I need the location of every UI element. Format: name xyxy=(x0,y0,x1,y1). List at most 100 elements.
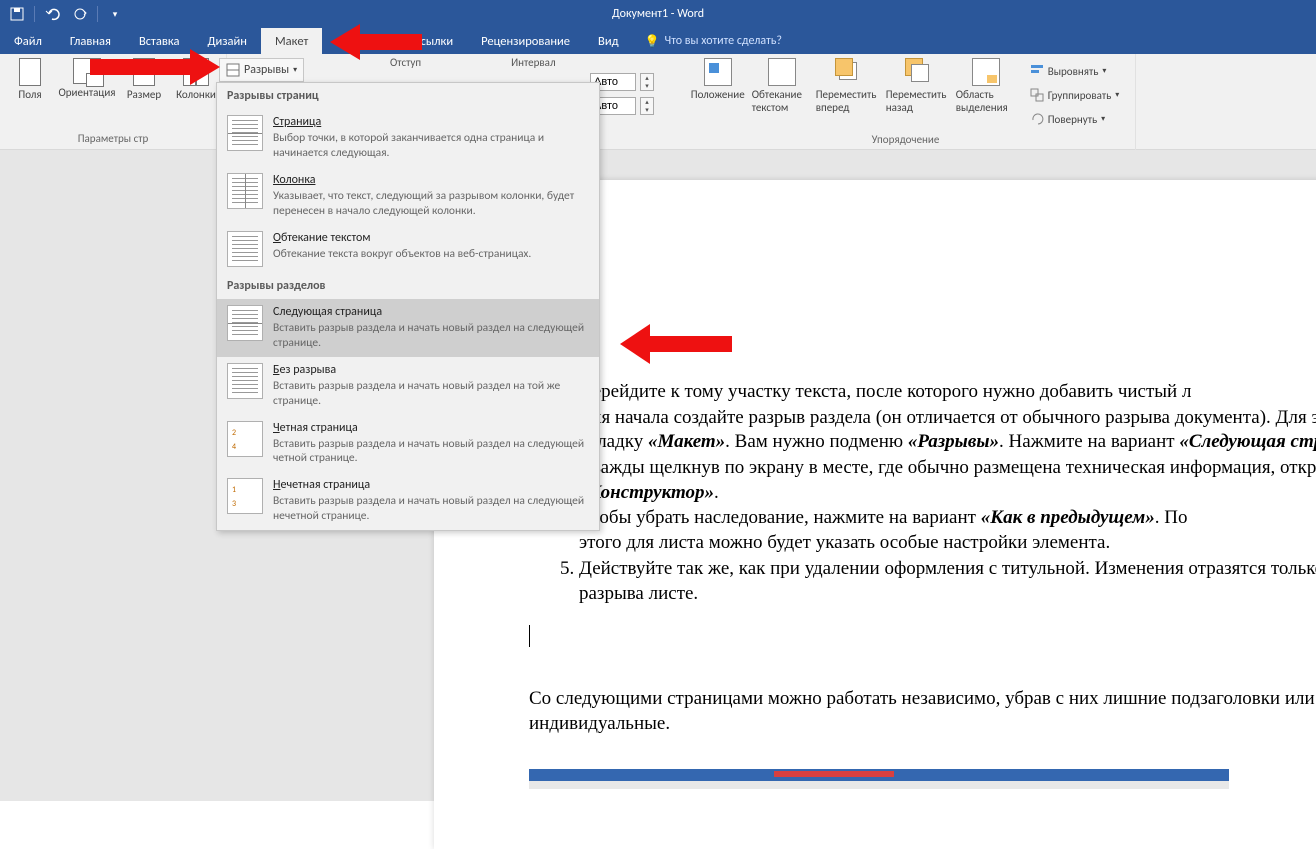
embedded-image xyxy=(529,769,1229,789)
tab-mailings[interactable]: Рассылки xyxy=(389,28,467,54)
tab-references-partial[interactable]: ки xyxy=(322,28,389,54)
menu-item-desc: Указывает, что текст, следующий за разры… xyxy=(273,187,589,219)
breaks-menu: Разрывы страниц Страница Выбор точки, в … xyxy=(216,82,600,531)
menu-item-next-page[interactable]: Следующая страница Вставить разрыв разде… xyxy=(217,299,599,357)
next-page-icon xyxy=(227,305,263,341)
list-item: Для начала создайте разрыв раздела (он о… xyxy=(579,406,1316,456)
align-button[interactable]: Выровнять▾ xyxy=(1026,60,1124,82)
orientation-label: Ориентация xyxy=(58,86,115,99)
columns-button[interactable]: Колонки xyxy=(172,58,220,101)
menu-item-desc: Выбор точки, в которой заканчивается одн… xyxy=(273,129,589,161)
spacing-label: Интервал xyxy=(511,56,556,69)
tell-me[interactable]: 💡 Что вы хотите сделать? xyxy=(633,28,782,54)
menu-item-desc: Вставить разрыв раздела и начать новый р… xyxy=(273,435,589,467)
odd-page-icon: 13 xyxy=(227,478,263,514)
menu-item-title: Следующая страница xyxy=(273,305,589,319)
position-button[interactable]: Положение xyxy=(688,58,748,101)
breaks-dropdown[interactable]: Разрывы ▾ xyxy=(219,58,304,82)
tell-me-text: Что вы хотите сделать? xyxy=(665,34,782,48)
group-page-setup: Поля Ориентация Размер Колонки Параметры… xyxy=(0,54,227,149)
selection-pane-button[interactable]: Область выделения xyxy=(956,58,1016,114)
list-item: Дважды щелкнув по экрану в месте, где об… xyxy=(579,456,1316,506)
tab-file[interactable]: Файл xyxy=(0,28,56,54)
rotate-label: Повернуть xyxy=(1048,113,1097,126)
paragraph: Со следующими страницами можно работать … xyxy=(529,647,1316,736)
qat-customize-icon[interactable]: ▾ xyxy=(104,3,126,25)
menu-item-title: Обтекание текстом xyxy=(273,231,589,245)
document-area: Перейдите к тому участку текста, после к… xyxy=(0,150,1316,801)
tab-design[interactable]: Дизайн xyxy=(193,28,261,54)
align-icon xyxy=(1030,64,1044,78)
menu-item-title: Нечетная страница xyxy=(273,478,589,492)
menu-item-even-page[interactable]: 24 Четная страница Вставить разрыв разде… xyxy=(217,415,599,473)
menu-item-desc: Обтекание текста вокруг объектов на веб-… xyxy=(273,245,589,262)
menu-item-title: Колонка xyxy=(273,173,589,187)
indent-label: Отступ xyxy=(390,56,421,69)
text-wrap-break-icon xyxy=(227,231,263,267)
menu-item-title: Без разрыва xyxy=(273,363,589,377)
breaks-label: Разрывы xyxy=(244,63,289,77)
group-page-setup-label: Параметры стр xyxy=(78,130,149,149)
menu-heading-section-breaks: Разрывы разделов xyxy=(217,273,599,299)
menu-item-title: Страница xyxy=(273,115,589,129)
group-btn-label: Группировать xyxy=(1048,89,1112,102)
ribbon: Поля Ориентация Размер Колонки Параметры… xyxy=(0,54,1316,150)
margins-button[interactable]: Поля xyxy=(6,58,54,101)
spinner-icon[interactable]: ▴▾ xyxy=(640,73,654,91)
page-break-icon xyxy=(227,115,263,151)
continuous-icon xyxy=(227,363,263,399)
column-break-icon xyxy=(227,173,263,209)
group-icon xyxy=(1030,88,1044,102)
tab-view[interactable]: Вид xyxy=(584,28,633,54)
send-backward-label: Переместить назад xyxy=(886,88,952,114)
rotate-button[interactable]: Повернуть▾ xyxy=(1026,108,1124,130)
menu-item-title: Четная страница xyxy=(273,421,589,435)
bring-forward-button[interactable]: Переместить вперед xyxy=(816,58,882,114)
save-icon[interactable] xyxy=(6,3,28,25)
margins-label: Поля xyxy=(18,88,41,101)
undo-icon[interactable] xyxy=(41,3,63,25)
menu-item-odd-page[interactable]: 13 Нечетная страница Вставить разрыв раз… xyxy=(217,472,599,530)
document-body[interactable]: Перейдите к тому участку текста, после к… xyxy=(529,380,1316,789)
menu-item-desc: Вставить разрыв раздела и начать новый р… xyxy=(273,377,589,409)
spinner-icon[interactable]: ▴▾ xyxy=(640,97,654,115)
group-arrange-label: Упорядочение xyxy=(872,131,940,150)
redo-icon[interactable] xyxy=(69,3,91,25)
orientation-button[interactable]: Ориентация xyxy=(58,58,116,99)
tab-review[interactable]: Рецензирование xyxy=(467,28,584,54)
group-arrange: Положение Обтекание текстом Переместить … xyxy=(676,54,1136,150)
tab-home[interactable]: Главная xyxy=(56,28,125,54)
size-button[interactable]: Размер xyxy=(120,58,168,101)
menu-item-column-break[interactable]: Колонка Указывает, что текст, следующий … xyxy=(217,167,599,225)
wrap-label: Обтекание текстом xyxy=(752,88,812,114)
text-cursor xyxy=(529,625,530,647)
list-item: Чтобы убрать наследование, нажмите на ва… xyxy=(579,506,1316,556)
align-label: Выровнять xyxy=(1048,65,1099,78)
menu-item-desc: Вставить разрыв раздела и начать новый р… xyxy=(273,319,589,351)
selection-pane-label: Область выделения xyxy=(956,88,1016,114)
menu-item-continuous[interactable]: Без разрыва Вставить разрыв раздела и на… xyxy=(217,357,599,415)
list-item: Перейдите к тому участку текста, после к… xyxy=(579,380,1316,406)
list-item: Действуйте так же, как при удалении офор… xyxy=(579,557,1316,607)
ribbon-tabs: Файл Главная Вставка Дизайн Макет ки Рас… xyxy=(0,28,1316,54)
columns-label: Колонки xyxy=(176,88,216,101)
window-title: Документ1 - Word xyxy=(612,7,704,21)
wrap-text-button[interactable]: Обтекание текстом xyxy=(752,58,812,114)
tab-insert[interactable]: Вставка xyxy=(125,28,194,54)
send-backward-button[interactable]: Переместить назад xyxy=(886,58,952,114)
position-label: Положение xyxy=(691,88,745,101)
title-bar: ▾ Документ1 - Word xyxy=(0,0,1316,28)
bulb-icon: 💡 xyxy=(645,34,660,49)
menu-heading-page-breaks: Разрывы страниц xyxy=(217,83,599,109)
tab-layout[interactable]: Макет xyxy=(261,28,322,54)
chevron-down-icon: ▾ xyxy=(293,65,297,75)
menu-item-desc: Вставить разрыв раздела и начать новый р… xyxy=(273,492,589,524)
bring-forward-label: Переместить вперед xyxy=(816,88,882,114)
size-label: Размер xyxy=(127,88,161,101)
rotate-icon xyxy=(1030,112,1044,126)
group-button[interactable]: Группировать▾ xyxy=(1026,84,1124,106)
even-page-icon: 24 xyxy=(227,421,263,457)
quick-access-toolbar: ▾ xyxy=(0,3,126,25)
menu-item-text-wrapping-break[interactable]: Обтекание текстом Обтекание текста вокру… xyxy=(217,225,599,273)
menu-item-page-break[interactable]: Страница Выбор точки, в которой заканчив… xyxy=(217,109,599,167)
